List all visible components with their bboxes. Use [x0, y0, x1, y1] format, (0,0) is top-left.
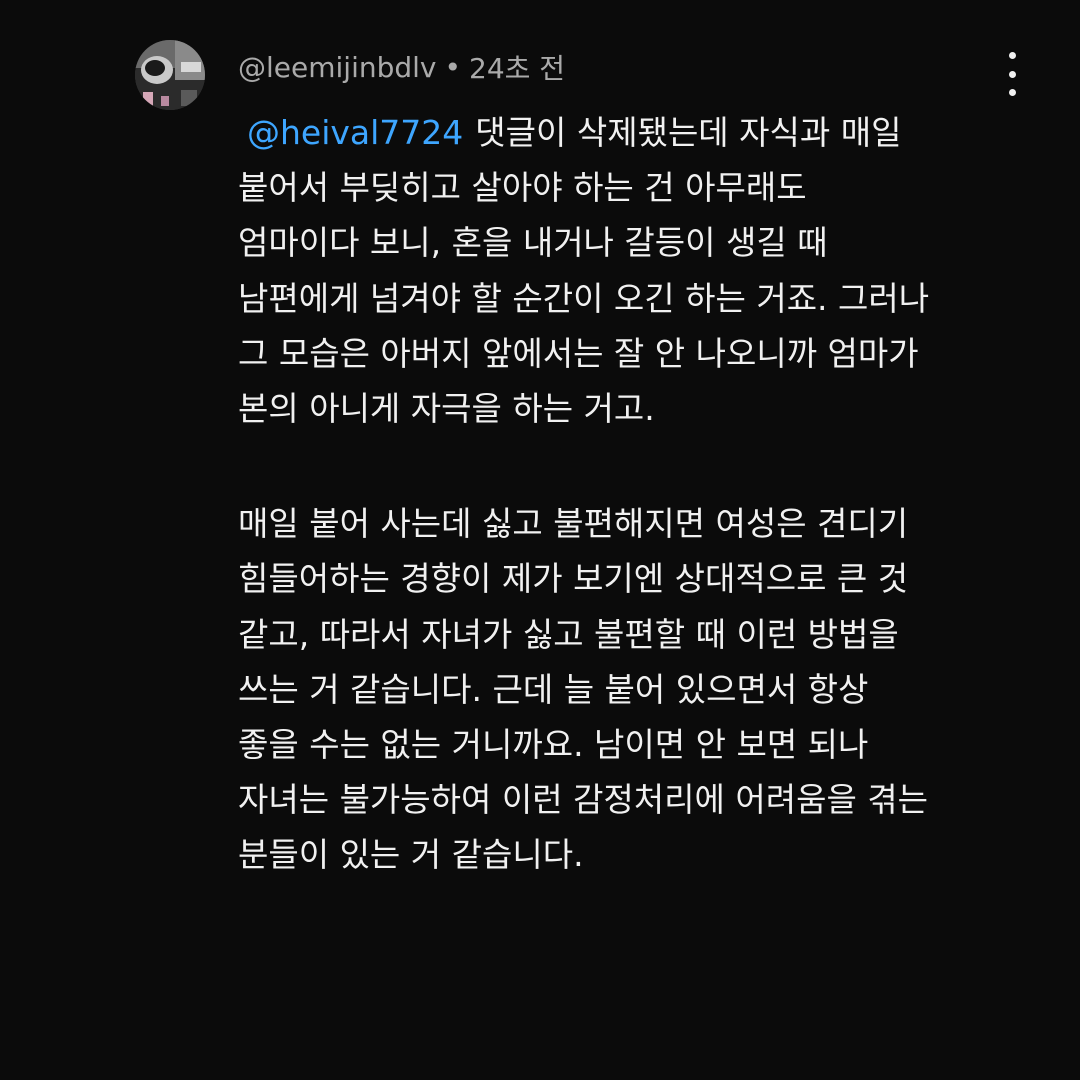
- comment-line: 엄마이다 보니, 혼을 내거나 갈등이 생길 때: [238, 223, 828, 263]
- meta-separator: •: [444, 50, 462, 84]
- comment-line: 쓰는 거 같습니다. 근데 늘 붙어 있으면서 항상: [238, 669, 869, 709]
- comment-line: 같고, 따라서 자녀가 싫고 불편할 때 이런 방법을: [238, 614, 899, 654]
- more-vertical-icon: [1008, 70, 1016, 78]
- comment: @leemijinbdlv • 24초 전 @heival7724 댓글이 삭제됐…: [0, 0, 1080, 1080]
- comment-line: 본의 아니게 자극을 하는 거고.: [238, 388, 655, 428]
- comment-header: @leemijinbdlv • 24초 전: [238, 47, 565, 87]
- comment-line: @heival7724 댓글이 삭제됐는데 자식과 매일: [238, 105, 1038, 160]
- comment-line: 그 모습은 아버지 앞에서는 잘 안 나오니까 엄마가: [238, 333, 919, 373]
- author-handle[interactable]: @leemijinbdlv: [238, 51, 437, 84]
- more-options-button[interactable]: [992, 52, 1032, 96]
- comment-line: 힘들어하는 경향이 제가 보기엔 상대적으로 큰 것: [238, 559, 909, 599]
- comment-line: 매일 붙어 사는데 싫고 불편해지면 여성은 견디기: [238, 504, 909, 544]
- comment-line: 자녀는 불가능하여 이런 감정처리에 어려움을 겪는: [238, 780, 929, 820]
- comment-body: @heival7724 댓글이 삭제됐는데 자식과 매일 붙어서 부딪히고 살아야…: [238, 105, 1038, 882]
- comment-text: 댓글이 삭제됐는데 자식과 매일: [475, 113, 902, 152]
- more-vertical-icon: [1008, 52, 1016, 59]
- comment-line: 좋을 수는 없는 거니까요. 남이면 안 보면 되나: [238, 724, 869, 764]
- timestamp[interactable]: 24초 전: [469, 47, 565, 87]
- reply-mention-link[interactable]: @heival7724: [247, 113, 463, 152]
- avatar-image: [135, 40, 205, 110]
- comment-line: 분들이 있는 거 같습니다.: [238, 835, 584, 875]
- avatar[interactable]: [135, 40, 205, 110]
- more-vertical-icon: [1008, 89, 1016, 96]
- comment-line: 남편에게 넘겨야 할 순간이 오긴 하는 거죠. 그러나: [238, 278, 930, 318]
- comment-line: 붙어서 부딪히고 살아야 하는 건 아무래도: [238, 168, 807, 208]
